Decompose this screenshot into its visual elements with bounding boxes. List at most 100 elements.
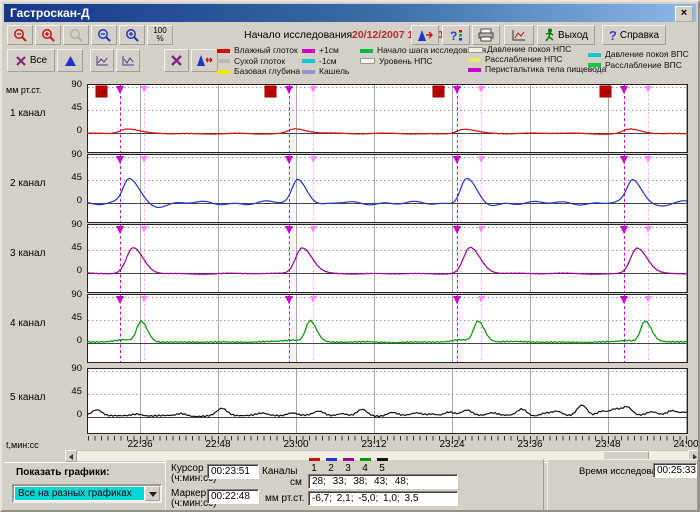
- graph-style-1-button[interactable]: [90, 49, 114, 72]
- scroll-left-button[interactable]: [65, 450, 77, 462]
- y-tick-label: 0: [60, 125, 82, 136]
- close-button[interactable]: ×: [675, 6, 693, 22]
- channel-panel-3[interactable]: [87, 225, 688, 293]
- channel-number: 5: [375, 463, 389, 474]
- app-window: Гастроскан-Д × 100 % Начало исследования…: [0, 0, 700, 512]
- exit-button[interactable]: Выход: [537, 25, 595, 45]
- swallow-number: 10: [98, 90, 106, 97]
- legend-label: -1см: [319, 56, 337, 66]
- x-tick-label: 23:24: [439, 439, 464, 450]
- channel-color-swatch: [360, 458, 371, 461]
- channel-color-swatch: [377, 458, 388, 461]
- legend-swatch: [360, 49, 373, 53]
- window-title: Гастроскан-Д: [10, 6, 90, 20]
- zoom-out-button[interactable]: [7, 25, 33, 45]
- y-tick-label: 90: [60, 79, 82, 90]
- legend-item: Влажный глоток: [217, 45, 298, 55]
- channel-panel-5[interactable]: [87, 369, 688, 434]
- legend-item: -1см: [302, 56, 337, 66]
- question-list-icon: ?: [449, 28, 464, 42]
- channel-number: 2: [324, 463, 338, 474]
- legend-label: Давление покоя ВПС: [605, 49, 689, 59]
- y-tick-label: 45: [60, 312, 82, 323]
- channel-panel-4[interactable]: [87, 295, 688, 363]
- magnifier-minus-red-icon: [13, 28, 28, 43]
- waveform-plot[interactable]: 10111213: [87, 84, 688, 446]
- combo-arrow-button[interactable]: [145, 486, 160, 501]
- move-marker-button[interactable]: [191, 49, 218, 72]
- mmhg-values-field[interactable]: -6,7; 2,1; -5,0; 1,0; 3,5: [308, 491, 458, 506]
- chart-area[interactable]: мм рт.ст. 1 канал904502 канал904503 кана…: [4, 82, 700, 450]
- cursor-value-field[interactable]: 00:23:51: [207, 464, 259, 479]
- channel-label-1: 1 канал: [10, 108, 45, 119]
- show-graphs-label: Показать графики:: [16, 467, 109, 478]
- print-button[interactable]: [472, 25, 500, 45]
- channel-number: 4: [358, 463, 372, 474]
- study-time-field[interactable]: 00:25:33: [653, 463, 697, 478]
- x-tick-label: 24:00: [673, 439, 698, 450]
- channel-label-5: 5 канал: [10, 392, 45, 403]
- chart-view-button[interactable]: [504, 25, 534, 45]
- cm-label: см: [290, 477, 302, 488]
- cursor-marker-panel: Курсор (ч:мин:сс) 00:23:51 Маркер (ч:мин…: [165, 459, 544, 511]
- x-tick-label: 22:48: [205, 439, 230, 450]
- channel-label-4: 4 канал: [10, 318, 45, 329]
- help-question-icon: ?: [609, 28, 617, 43]
- legend-swatch: [588, 63, 601, 67]
- y-tick-label: 0: [60, 335, 82, 346]
- channel-panel-1[interactable]: 10111213: [87, 85, 688, 153]
- swallow-number: 13: [602, 90, 610, 97]
- study-start-label: Начало исследования: [244, 29, 352, 41]
- svg-text:?: ?: [450, 29, 457, 42]
- zoom-in-button[interactable]: [35, 25, 61, 45]
- magnifier-minus-blue-icon: [97, 28, 112, 43]
- marker-value-field[interactable]: 00:22:48: [207, 489, 259, 504]
- legend-item: Кашель: [302, 66, 349, 76]
- zoom-100-button[interactable]: 100 %: [147, 25, 173, 45]
- y-tick-label: 0: [60, 265, 82, 276]
- legend-swatch: [302, 49, 315, 53]
- arrow-left-icon: [69, 454, 73, 460]
- printer-icon: [478, 28, 494, 42]
- toolbar-main: 100 % Начало исследования 20/12/2007 11:…: [4, 23, 696, 48]
- graph-style-2-button[interactable]: [116, 49, 140, 72]
- delete-marker-button[interactable]: [164, 49, 189, 72]
- legend-settings-button[interactable]: ?: [442, 25, 470, 45]
- legend-swatch: [217, 49, 230, 53]
- y-tick-label: 90: [60, 289, 82, 300]
- y-tick-label: 45: [60, 242, 82, 253]
- y-tick-label: 90: [60, 149, 82, 160]
- triangle-up-icon: [64, 55, 77, 67]
- legend-item: +1см: [302, 45, 339, 55]
- hide-all-button[interactable]: Все: [7, 49, 55, 72]
- legend-swatch: [302, 70, 315, 74]
- legend-item: Базовая глубина: [217, 66, 300, 76]
- show-graphs-select[interactable]: Все на разных графиках: [12, 484, 162, 503]
- triangle-arrow-icon: [417, 29, 434, 42]
- zoom-vertical-in-button[interactable]: [119, 25, 145, 45]
- legend-label: Давление покоя НПС: [487, 44, 571, 54]
- legend-label: Уровень НПС: [379, 56, 433, 66]
- magnifier-plus-blue-icon: [125, 28, 140, 43]
- x-tick-label: 23:48: [595, 439, 620, 450]
- x-tick-label: 23:36: [517, 439, 542, 450]
- legend-swatch: [468, 68, 481, 72]
- legend-item: Давление покоя НПС: [468, 44, 571, 54]
- marker-jump-button[interactable]: [411, 25, 439, 45]
- channel-panel-2[interactable]: [87, 155, 688, 223]
- x-tick-label: 23:12: [361, 439, 386, 450]
- zoom-reset-button[interactable]: [63, 25, 89, 45]
- legend-swatch: [217, 70, 230, 74]
- show-marker-button[interactable]: [57, 49, 83, 72]
- zoom-vertical-out-button[interactable]: [91, 25, 117, 45]
- help-button[interactable]: ? Справка: [602, 25, 666, 45]
- legend-label: Кашель: [319, 66, 349, 76]
- legend-item: Сухой глоток: [217, 56, 285, 66]
- cross-icon: [15, 55, 27, 67]
- y-tick-label: 45: [60, 386, 82, 397]
- x-axis-unit-label: t,мин:сс: [6, 440, 39, 450]
- title-bar: Гастроскан-Д ×: [4, 4, 696, 22]
- legend-swatch: [360, 58, 375, 64]
- cm-values-field[interactable]: 28; 33; 38; 43; 48;: [308, 474, 458, 489]
- legend-item: Уровень НПС: [360, 56, 433, 66]
